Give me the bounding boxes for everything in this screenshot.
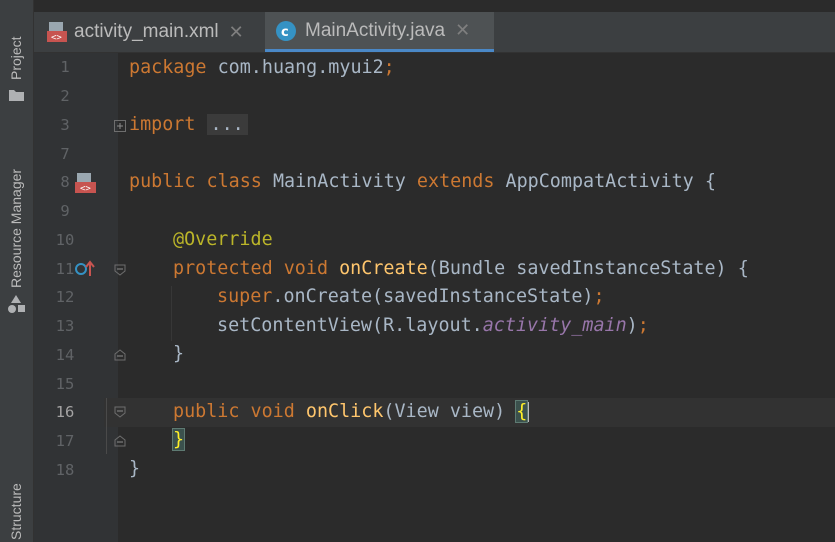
code-line-3: import ...	[129, 111, 248, 139]
fold-collapse-icon[interactable]	[114, 406, 126, 418]
code-line-13: setContentView(R.layout.activity_main);	[217, 312, 649, 340]
resource-manager-tool-button[interactable]: Resource Manager	[0, 130, 33, 320]
semicolon: ;	[593, 286, 605, 307]
java-class-icon: c	[276, 20, 296, 41]
matched-brace: {	[515, 400, 529, 423]
field-reference: activity_main	[482, 315, 627, 336]
keyword: import	[129, 114, 196, 135]
code-line-10: @Override	[173, 226, 273, 254]
close-icon[interactable]: ✕	[455, 20, 470, 41]
editor-tab-bar: <> activity_main.xml ✕ c MainActivity.ja…	[34, 12, 835, 53]
parameters: (View view)	[383, 401, 506, 422]
structure-label: Structure	[8, 483, 24, 540]
keyword: super	[217, 286, 273, 307]
line-number: 9	[60, 202, 70, 220]
indent-guide	[171, 286, 172, 341]
call: .onCreate(savedInstanceState)	[272, 286, 594, 307]
keyword: void	[283, 258, 329, 279]
project-tool-button[interactable]: Project	[0, 0, 33, 110]
annotation: @Override	[173, 229, 273, 250]
layout-file-gutter-icon[interactable]: <>	[74, 172, 98, 194]
fold-end-icon[interactable]	[114, 349, 126, 361]
semicolon: ;	[383, 57, 395, 78]
fold-end-icon[interactable]	[114, 435, 126, 447]
svg-text:<>: <>	[51, 33, 62, 43]
parameters: (Bundle savedInstanceState)	[427, 258, 727, 279]
brace: }	[129, 458, 141, 479]
xml-file-icon: <>	[47, 22, 67, 43]
code-line-1: package com.huang.myui2;	[129, 54, 395, 82]
keyword: public	[173, 401, 240, 422]
paren: )	[626, 315, 638, 336]
keyword: void	[250, 401, 295, 422]
svg-text:c: c	[281, 25, 289, 40]
code-line-14: }	[173, 340, 184, 368]
method-name: onCreate	[339, 258, 428, 279]
indent-guide	[106, 398, 107, 454]
line-number: 1	[60, 58, 70, 76]
fold-collapse-icon[interactable]	[114, 264, 126, 276]
code-line-8: public class MainActivity extends AppCom…	[129, 168, 716, 196]
keyword: protected	[173, 258, 273, 279]
line-number: 15	[55, 375, 75, 393]
brace: {	[704, 171, 716, 192]
tab-main-activity-java[interactable]: c MainActivity.java ✕	[265, 12, 494, 52]
line-number: 13	[55, 317, 75, 335]
code-line-17: }	[171, 426, 186, 454]
tab-label: MainActivity.java	[305, 19, 446, 41]
line-number: 7	[60, 145, 70, 163]
tab-label: activity_main.xml	[74, 21, 219, 42]
line-number-current: 16	[55, 403, 75, 421]
code-line-11: protected void onCreate(Bundle savedInst…	[173, 255, 749, 283]
code-line-16: public void onClick(View view) {	[173, 398, 530, 426]
line-number: 10	[55, 231, 75, 249]
matched-brace: }	[171, 428, 186, 451]
text-caret	[527, 402, 530, 422]
keyword: package	[129, 57, 207, 78]
tool-window-strip: Project Resource Manager Structure	[0, 0, 34, 542]
brace: }	[173, 343, 185, 364]
line-number: 17	[55, 432, 75, 450]
svg-text:<>: <>	[80, 184, 91, 194]
package-name: com.huang.myui2	[206, 57, 384, 78]
close-icon[interactable]: ✕	[229, 22, 244, 43]
line-number: 18	[55, 461, 75, 479]
code-line-12: super.onCreate(savedInstanceState);	[217, 283, 605, 311]
resource-shapes-icon	[8, 295, 25, 313]
tab-activity-main-xml[interactable]: <> activity_main.xml ✕	[34, 12, 276, 52]
line-number: 3	[60, 116, 70, 134]
brace: {	[737, 258, 749, 279]
line-number: 2	[60, 87, 70, 105]
class-name: MainActivity	[272, 171, 406, 192]
line-number: 14	[55, 346, 75, 364]
fold-expand-icon[interactable]	[114, 120, 126, 132]
collapsed-imports[interactable]: ...	[206, 114, 248, 135]
keyword: public	[129, 171, 196, 192]
semicolon: ;	[637, 315, 649, 336]
line-number: 12	[55, 288, 75, 306]
method-name: onClick	[305, 401, 384, 422]
code-line-18: }	[129, 455, 140, 483]
keyword: extends	[416, 171, 495, 192]
project-label: Project	[8, 36, 24, 80]
call: setContentView(R.layout.	[217, 315, 483, 336]
folder-icon	[9, 90, 24, 101]
resource-manager-label: Resource Manager	[8, 168, 24, 288]
override-method-gutter-icon[interactable]	[74, 260, 96, 278]
keyword: class	[206, 171, 262, 192]
structure-tool-button[interactable]: Structure	[0, 430, 33, 542]
parent-class: AppCompatActivity	[505, 171, 694, 192]
